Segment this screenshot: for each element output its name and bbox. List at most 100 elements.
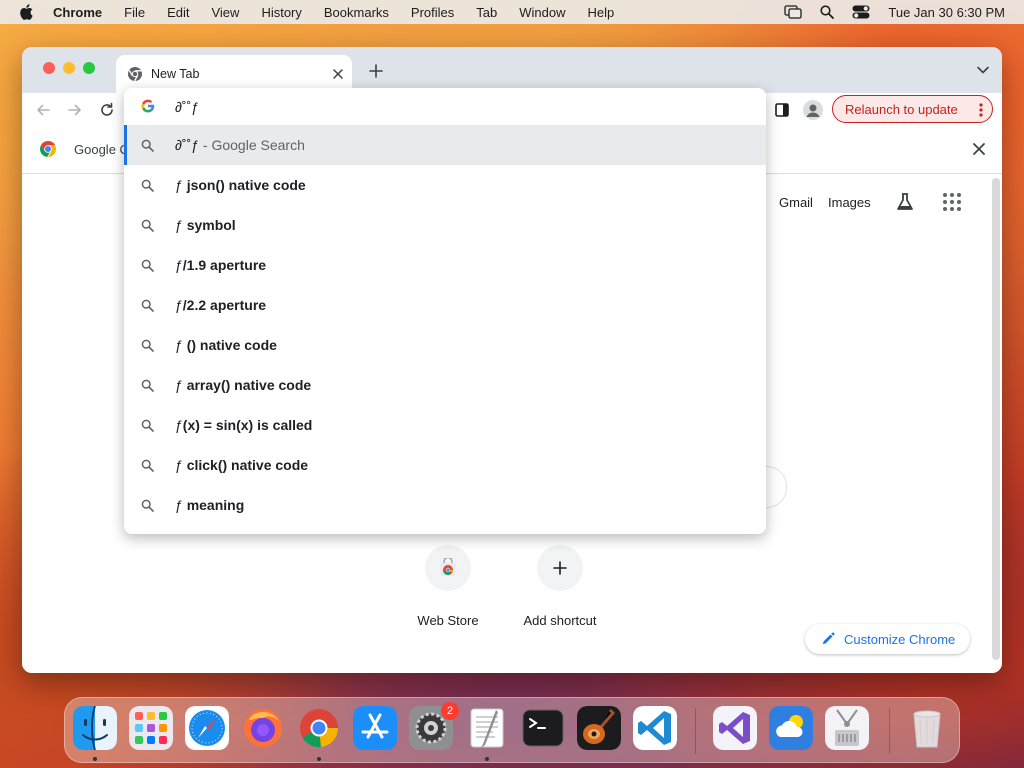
omnibox-input[interactable]: ∂˚˚ƒ bbox=[175, 99, 199, 115]
close-info-bar-icon[interactable] bbox=[972, 142, 986, 156]
menu-file[interactable]: File bbox=[124, 5, 145, 20]
weather-icon[interactable] bbox=[769, 706, 813, 750]
omnibox-suggestion[interactable]: ƒ(x) = sin(x) is called bbox=[124, 405, 766, 445]
close-window-button[interactable] bbox=[43, 62, 55, 74]
omnibox-suggestion[interactable]: ƒ click() native code bbox=[124, 445, 766, 485]
archive-utility-icon[interactable] bbox=[825, 706, 869, 750]
page-scrollbar[interactable] bbox=[992, 178, 1000, 660]
search-icon bbox=[141, 179, 154, 192]
suggestion-prefix: ƒ bbox=[175, 417, 183, 433]
minimize-window-button[interactable] bbox=[63, 62, 75, 74]
profile-avatar-button[interactable] bbox=[803, 100, 823, 120]
suggestion-completion: (x) = sin(x) is called bbox=[182, 417, 313, 433]
images-link[interactable]: Images bbox=[828, 195, 871, 210]
suggestion-prefix: ƒ bbox=[175, 337, 187, 353]
customize-chrome-button[interactable]: Customize Chrome bbox=[805, 624, 970, 654]
google-apps-grid-icon[interactable] bbox=[942, 192, 962, 212]
menu-profiles[interactable]: Profiles bbox=[411, 5, 454, 20]
search-icon bbox=[141, 259, 154, 272]
omnibox-suggestion[interactable]: ƒ json() native code bbox=[124, 165, 766, 205]
suggestion-prefix: ƒ bbox=[175, 497, 187, 513]
menu-view[interactable]: View bbox=[211, 5, 239, 20]
relaunch-to-update-button[interactable]: Relaunch to update bbox=[832, 95, 993, 123]
dock-separator bbox=[889, 708, 890, 754]
suggestion-completion: () native code bbox=[186, 337, 277, 353]
web-store-icon bbox=[440, 558, 456, 576]
omnibox-suggestion[interactable]: ƒ symbol bbox=[124, 205, 766, 245]
menu-app-name[interactable]: Chrome bbox=[53, 5, 102, 20]
suggestion-prefix: ƒ bbox=[175, 377, 187, 393]
menu-clock[interactable]: Tue Jan 30 6:30 PM bbox=[888, 5, 1005, 20]
forward-arrow-icon[interactable] bbox=[67, 102, 83, 118]
suggestion-hint: - Google Search bbox=[199, 137, 305, 153]
suggestion-completion: meaning bbox=[186, 497, 245, 513]
gmail-link[interactable]: Gmail bbox=[779, 195, 813, 210]
menu-bookmarks[interactable]: Bookmarks bbox=[324, 5, 389, 20]
search-icon bbox=[141, 499, 154, 512]
firefox-icon[interactable] bbox=[241, 706, 285, 750]
search-icon bbox=[141, 299, 154, 312]
menu-help[interactable]: Help bbox=[588, 5, 615, 20]
safari-icon[interactable] bbox=[185, 706, 229, 750]
omnibox-suggestion[interactable]: ƒ () native code bbox=[124, 325, 766, 365]
back-arrow-icon[interactable] bbox=[35, 102, 51, 118]
tab-title: New Tab bbox=[151, 67, 200, 81]
omnibox-suggestion-selected[interactable]: ∂˚˚ƒ - Google Search bbox=[124, 125, 766, 165]
dock bbox=[64, 697, 960, 763]
omnibox-suggestion[interactable]: ƒ meaning bbox=[124, 485, 766, 525]
customize-label: Customize Chrome bbox=[844, 631, 956, 647]
new-tab-icon[interactable] bbox=[368, 63, 384, 79]
shortcut-add[interactable]: Add shortcut bbox=[520, 545, 600, 628]
menu-tab[interactable]: Tab bbox=[476, 5, 497, 20]
reload-icon[interactable] bbox=[99, 102, 115, 118]
relaunch-label: Relaunch to update bbox=[845, 101, 958, 117]
close-tab-icon[interactable] bbox=[330, 66, 346, 82]
control-center-icon[interactable] bbox=[852, 5, 870, 19]
suggestion-completion: click() native code bbox=[186, 457, 309, 473]
tab-search-chevron-icon[interactable] bbox=[976, 65, 990, 75]
omnibox-suggestion[interactable]: ƒ array() native code bbox=[124, 365, 766, 405]
shortcut-label: Web Store bbox=[417, 613, 479, 628]
suggestion-completion: symbol bbox=[186, 217, 236, 233]
screen-mirroring-icon[interactable] bbox=[784, 5, 803, 19]
omnibox-suggestion[interactable]: ƒ/2.2 aperture bbox=[124, 285, 766, 325]
suggestion-prefix: ƒ bbox=[175, 217, 187, 233]
terminal-icon[interactable] bbox=[521, 706, 565, 750]
launchpad-icon[interactable] bbox=[129, 706, 173, 750]
tab-strip: New Tab bbox=[22, 47, 1002, 93]
garageband-icon[interactable] bbox=[577, 706, 621, 750]
suggestion-prefix: ƒ bbox=[175, 177, 187, 193]
search-icon bbox=[141, 459, 154, 472]
search-icon bbox=[141, 139, 154, 152]
omnibox-suggestion[interactable]: ƒ/1.9 aperture bbox=[124, 245, 766, 285]
shortcut-web-store[interactable]: Web Store bbox=[408, 545, 488, 628]
spotlight-search-icon[interactable] bbox=[820, 5, 835, 19]
running-indicator bbox=[485, 757, 489, 761]
suggestion-completion: /1.9 aperture bbox=[182, 257, 267, 273]
visual-studio-icon[interactable] bbox=[713, 706, 757, 750]
pencil-icon bbox=[823, 632, 835, 644]
trash-icon[interactable] bbox=[905, 706, 949, 750]
side-panel-icon[interactable] bbox=[774, 102, 790, 118]
zoom-window-button[interactable] bbox=[83, 62, 95, 74]
labs-flask-icon[interactable] bbox=[894, 191, 916, 213]
profile-person-icon bbox=[806, 104, 820, 117]
shortcut-tile bbox=[537, 545, 583, 591]
info-bar-label: Google C bbox=[74, 142, 129, 157]
app-store-icon[interactable] bbox=[353, 706, 397, 750]
search-icon bbox=[141, 339, 154, 352]
menu-window[interactable]: Window bbox=[519, 5, 565, 20]
suggestion-completion: json() native code bbox=[186, 177, 306, 193]
suggestion-query: ∂˚˚ƒ bbox=[175, 137, 200, 153]
menu-bar: Chrome File Edit View History Bookmarks … bbox=[0, 0, 1024, 24]
menu-history[interactable]: History bbox=[261, 5, 301, 20]
finder-icon[interactable] bbox=[73, 706, 117, 750]
google-g-icon bbox=[141, 99, 155, 113]
chrome-icon[interactable] bbox=[297, 706, 341, 750]
textedit-icon[interactable] bbox=[465, 706, 509, 750]
suggestion-completion: /2.2 aperture bbox=[182, 297, 267, 313]
apple-icon[interactable] bbox=[19, 4, 33, 20]
vscode-icon[interactable] bbox=[633, 706, 677, 750]
menu-edit[interactable]: Edit bbox=[167, 5, 189, 20]
search-icon bbox=[141, 379, 154, 392]
